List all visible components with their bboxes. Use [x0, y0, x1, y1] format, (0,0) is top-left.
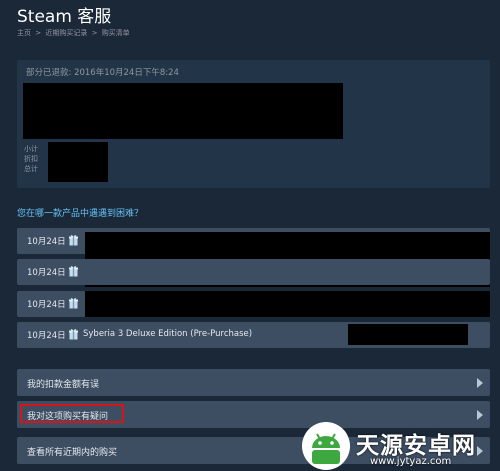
purchase-row[interactable]: 10月24日 — [17, 228, 490, 287]
watermark-name: 天源安卓网 — [356, 433, 476, 459]
gift-icon — [69, 235, 78, 246]
purchase-summary: 部分已退款: 2016年10月24日下午8:24 小计 折扣 总计 — [17, 60, 490, 188]
breadcrumb-separator: > — [91, 29, 98, 37]
breadcrumb-separator: > — [35, 29, 42, 37]
redacted-items — [23, 83, 343, 139]
watermark: 天源安卓网 www.jytyaz.com — [300, 420, 500, 471]
breadcrumb-home[interactable]: 主页 — [17, 29, 31, 37]
gift-icon — [69, 266, 78, 277]
section-heading: 您在哪一款产品中遇遇到困难？ — [17, 209, 144, 219]
redacted-product — [85, 291, 490, 317]
breadcrumb: 主页 > 近期购买记录 > 购买清单 — [17, 28, 130, 38]
chevron-right-icon — [477, 410, 483, 420]
product-name: Syberia 3 Deluxe Edition (Pre-Purchase) — [83, 329, 253, 339]
purchase-row[interactable]: 10月24日 — [17, 291, 490, 317]
menu-label: 我对这项购买有疑问 — [27, 412, 109, 422]
page-title: Steam 客服 — [17, 7, 112, 27]
subtotal-label: 小计 — [24, 145, 38, 153]
breadcrumb-purchase-list: 购买清单 — [101, 29, 130, 37]
android-logo-icon — [302, 422, 350, 470]
purchase-date: 10月24日 — [27, 331, 66, 341]
chevron-right-icon — [477, 378, 483, 388]
gift-icon — [69, 298, 78, 309]
purchase-row[interactable]: 10月24日 Syberia 3 Deluxe Edition (Pre-Pur… — [17, 322, 490, 348]
purchase-date: 10月24日 — [27, 268, 66, 278]
refund-status: 部分已退款: 2016年10月24日下午8:24 — [26, 68, 179, 78]
total-label: 总计 — [24, 165, 38, 173]
gift-icon — [69, 329, 78, 340]
menu-label: 我的扣款金额有误 — [27, 380, 100, 390]
totals-labels: 小计 折扣 总计 — [24, 144, 38, 174]
wrong-charge-option[interactable]: 我的扣款金额有误 — [17, 369, 490, 396]
redacted-totals — [48, 142, 108, 182]
purchase-row[interactable]: 10月24日 — [17, 259, 490, 285]
purchase-date: 10月24日 — [27, 300, 66, 310]
menu-label: 查看所有近期内的购买 — [27, 448, 118, 458]
watermark-url: www.jytyaz.com — [370, 456, 452, 467]
discount-label: 折扣 — [24, 155, 38, 163]
purchase-date: 10月24日 — [27, 237, 66, 247]
redacted-price — [348, 324, 468, 345]
breadcrumb-recent-purchases[interactable]: 近期购买记录 — [45, 29, 87, 37]
